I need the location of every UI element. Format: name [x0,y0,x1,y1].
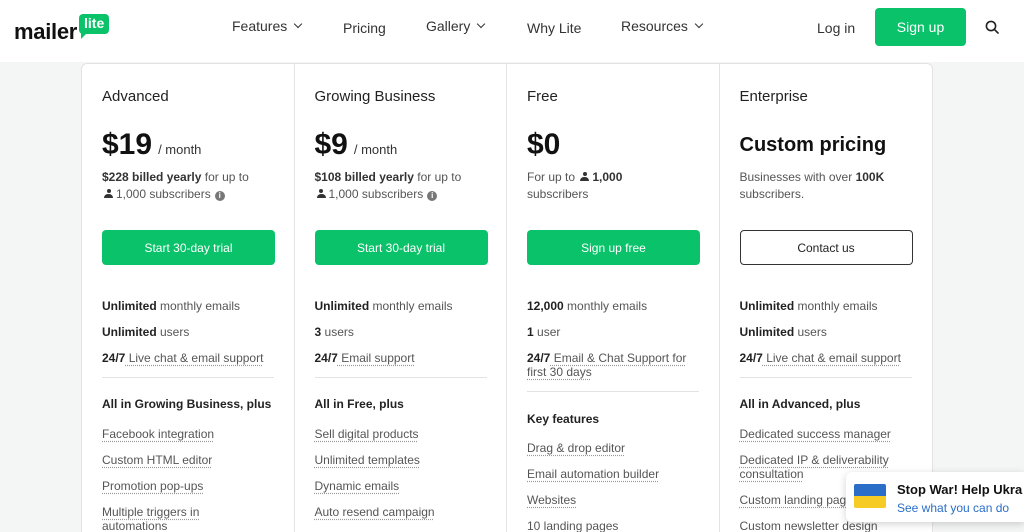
plan-name: Enterprise [739,88,808,105]
nav-pricing-label: Pricing [343,20,386,36]
pricing-table: Advanced $19 / month $228 billed yearly … [81,63,933,532]
logo-badge: lite [79,14,110,39]
plan-price: $19 / month [102,128,201,162]
extra-feature[interactable]: Unlimited templates [315,453,491,467]
price-period: / month [353,142,398,157]
billing-amount: $108 billed yearly [314,170,414,184]
extra-feature[interactable]: Auto resend campaign [315,505,491,519]
billing-info: $228 billed yearly for up to 1,000 subsc… [102,169,282,203]
mailerlite-logo[interactable]: mailer lite [14,14,110,45]
chevron-down-icon [694,19,704,29]
billing-amount: $228 billed yearly [102,170,202,184]
nav-why-lite[interactable]: Why Lite [527,20,581,36]
top-navbar: mailer lite Features Pricing Gallery Why… [0,0,1024,62]
billing-info: For up to 1,000 subscribers [527,170,623,201]
feature-support: 24/7 Live chat & email support [102,351,264,365]
nav-gallery-label: Gallery [426,18,471,34]
divider [527,391,699,392]
divider [102,377,274,378]
nav-resources-label: Resources [621,18,688,34]
divider [739,377,912,378]
section-title: Key features [527,412,600,426]
extra-feature[interactable]: Dynamic emails [315,479,491,493]
info-icon[interactable]: i [214,191,225,201]
feature-users: 3 users [314,325,354,339]
nav-why-lite-label: Why Lite [527,20,582,36]
billing-info: Businesses with over 100K subscribers. [739,170,885,201]
section-title: All in Growing Business, plus [102,397,272,411]
extra-feature[interactable]: 10 landing pages [527,519,703,532]
plan-card-advanced: Advanced $19 / month $228 billed yearly … [82,64,295,532]
ukraine-support-banner[interactable]: Stop War! Help Ukra See what you can do [846,472,1024,522]
nav-features-label: Features [232,18,288,34]
extra-feature[interactable]: Custom HTML editor [102,453,278,467]
chevron-down-icon [477,19,486,29]
feature-support: 24/7 Live chat & email support [739,351,901,365]
subscriber-limit: 1,000 subscribers [328,187,424,201]
feature-users: 1 user [527,325,561,339]
plan-card-free: Free $0 For up to 1,000 subscribers Sign… [507,64,720,532]
start-trial-button[interactable]: Start 30-day trial [314,230,488,265]
extra-feature[interactable]: Drag & drop editor [527,441,703,455]
user-icon [580,172,590,182]
price-custom: Custom pricing [739,134,887,156]
divider [314,377,487,378]
signup-button[interactable]: Sign up [875,8,966,46]
plan-card-growing-business: Growing Business $9 / month $108 billed … [295,64,507,532]
feature-emails: Unlimited monthly emails [739,299,878,313]
extra-feature[interactable]: Multiple triggers in automations [102,505,232,532]
section-title: All in Free, plus [314,397,404,411]
nav-pricing[interactable]: Pricing [343,20,386,36]
extra-feature[interactable]: Sell digital products [315,427,491,441]
ukraine-flag-icon [854,484,886,508]
chevron-down-icon [294,19,303,29]
nav-gallery[interactable]: Gallery [426,18,486,34]
info-icon[interactable]: i [427,191,438,201]
banner-link[interactable]: See what you can do [897,501,1009,515]
nav-resources[interactable]: Resources [621,18,704,34]
plan-price: $0 [527,128,560,162]
plan-name: Growing Business [314,88,436,105]
extra-feature[interactable]: Facebook integration [102,427,278,441]
feature-emails: Unlimited monthly emails [102,299,241,313]
feature-users: Unlimited users [739,325,827,339]
price-period: / month [158,142,202,157]
user-icon [104,189,113,199]
contact-us-button[interactable]: Contact us [739,230,913,265]
subscriber-limit: 1,000 subscribers [116,187,211,201]
plan-price: $9 / month [315,128,398,162]
extra-feature[interactable]: Promotion pop-ups [102,479,278,493]
price-amount: $19 [102,128,153,161]
price-amount: $0 [527,128,561,161]
feature-emails: 12,000 monthly emails [527,299,648,313]
plan-card-enterprise: Enterprise Custom pricing Businesses wit… [720,64,933,532]
section-title: All in Advanced, plus [739,397,861,411]
feature-support: 24/7 Email support [314,351,415,365]
billing-info: $108 billed yearly for up to 1,000 subsc… [315,169,495,203]
user-icon [316,189,326,199]
search-icon[interactable] [985,20,999,34]
banner-title: Stop War! Help Ukra [897,482,1023,497]
plan-name: Free [527,88,558,105]
extra-feature[interactable]: Dedicated success manager [740,427,916,441]
extra-feature[interactable]: Websites [527,493,703,507]
extra-feature[interactable]: Email automation builder [527,467,703,481]
feature-users: Unlimited users [102,325,190,339]
plan-price: Custom pricing [740,134,887,157]
start-trial-button[interactable]: Start 30-day trial [102,230,275,265]
billing-rest: for up to [413,170,462,184]
billing-rest: for up to [201,170,249,184]
plan-name: Advanced [102,88,169,105]
feature-support: 24/7 Email & Chat Support for first 30 d… [527,351,687,379]
sign-up-free-button[interactable]: Sign up free [527,230,700,265]
price-amount: $9 [314,128,348,161]
logo-text: mailer [14,19,78,44]
nav-features[interactable]: Features [232,18,303,34]
feature-emails: Unlimited monthly emails [314,299,453,313]
login-link[interactable]: Log in [817,20,855,36]
